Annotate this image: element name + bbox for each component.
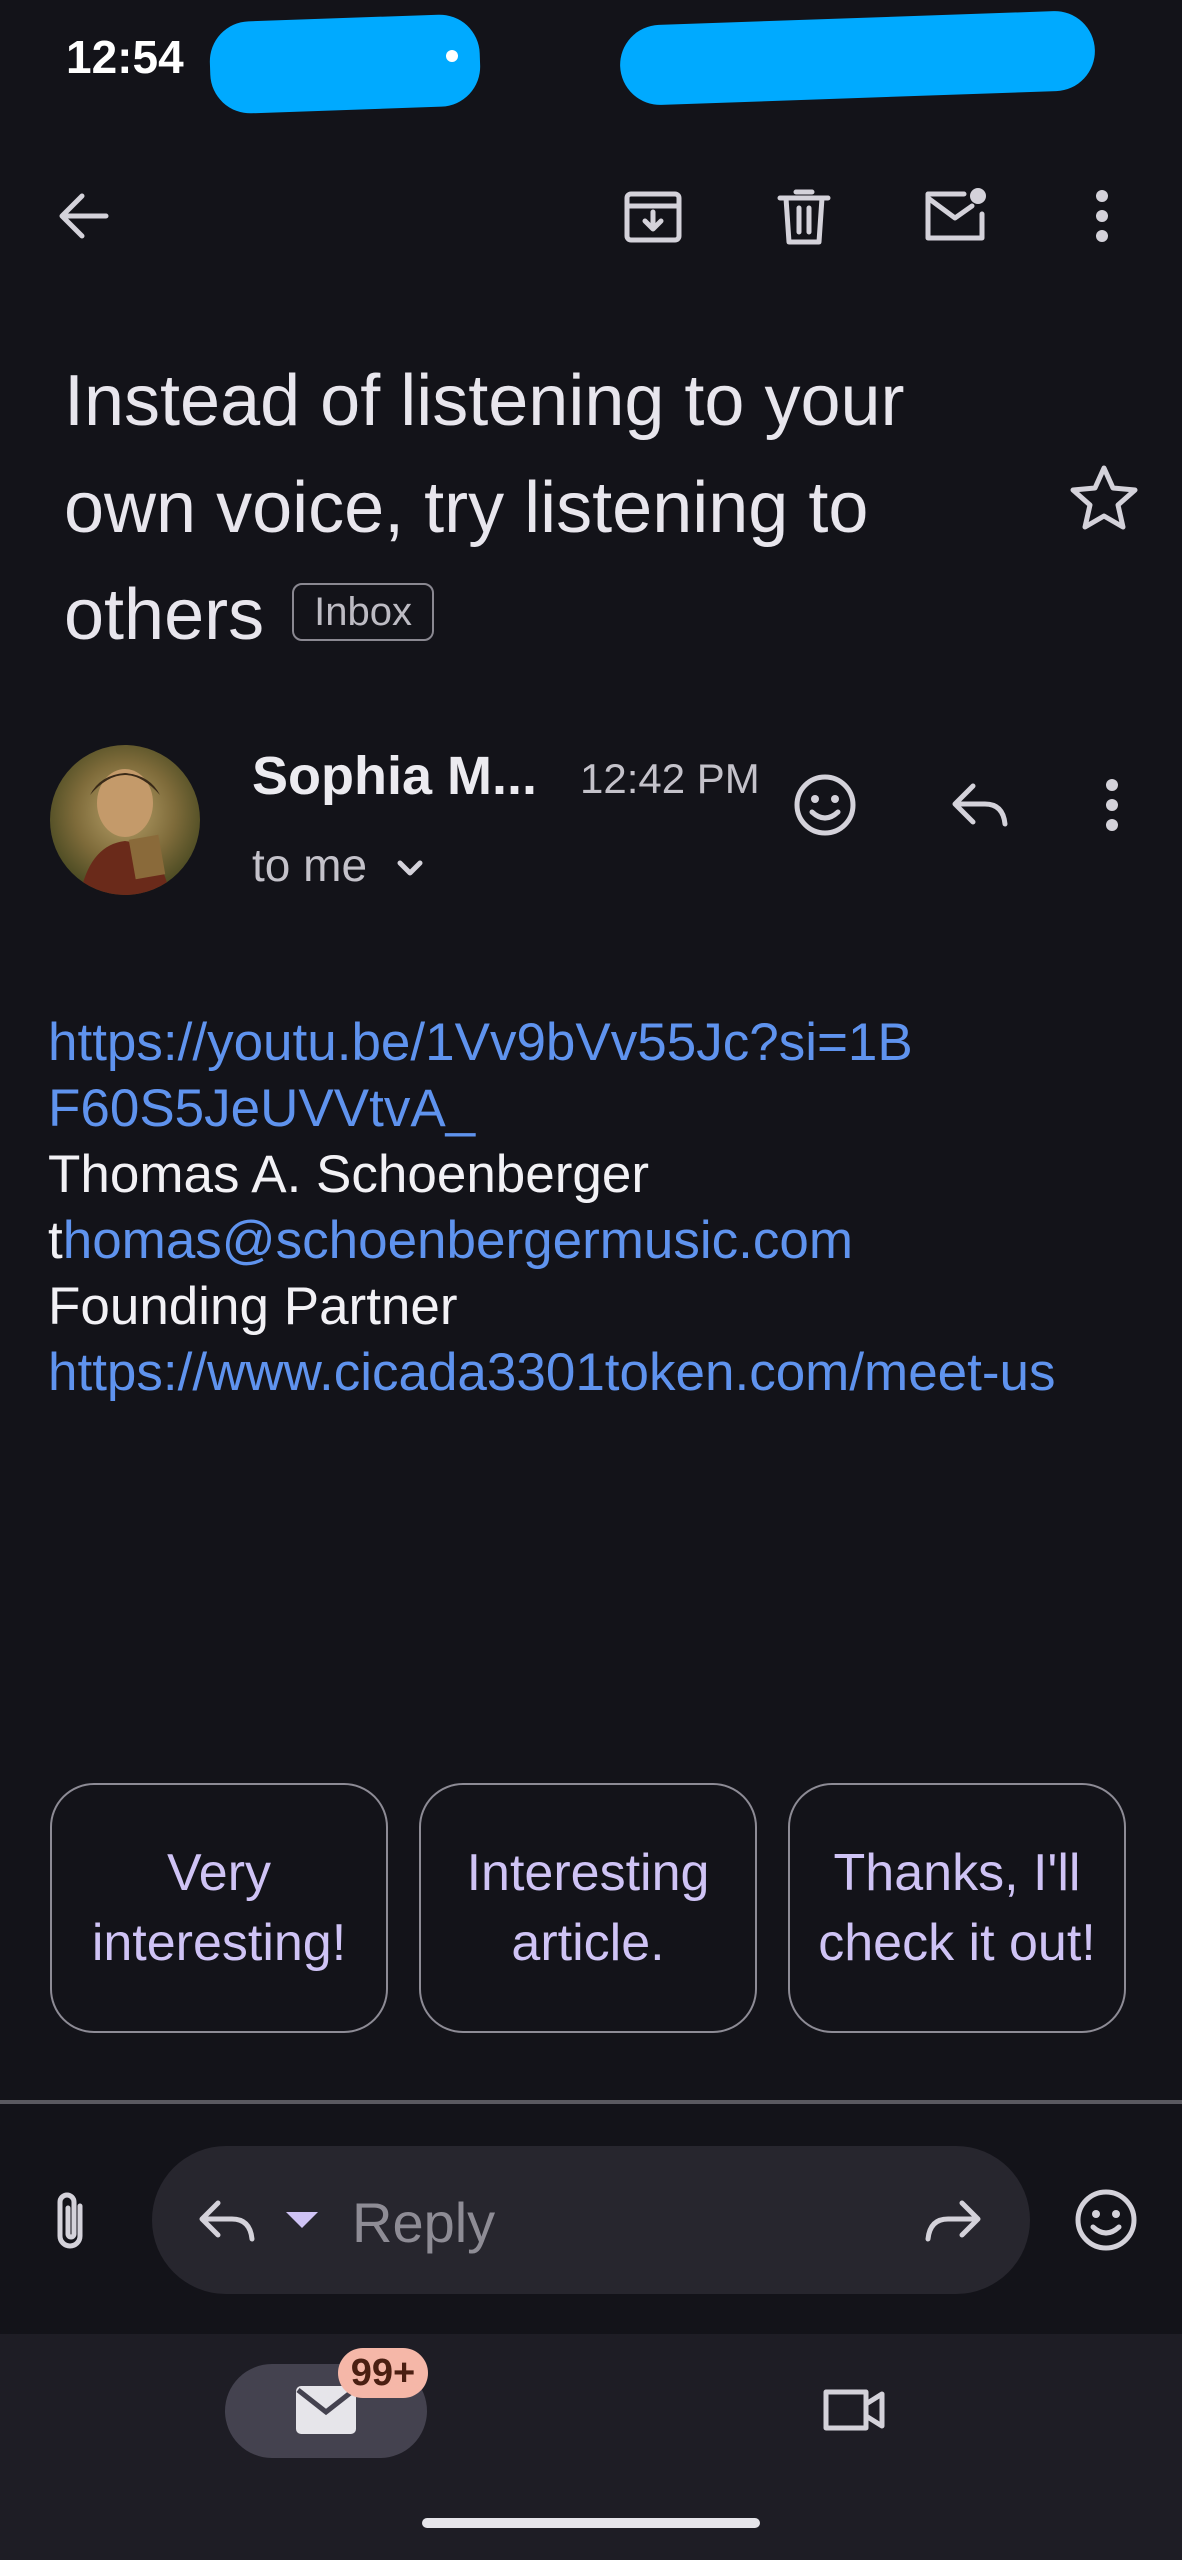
smart-reply-chip[interactable]: Interesting article.: [419, 1783, 757, 2033]
reply-placeholder[interactable]: Reply: [352, 2190, 495, 2255]
home-indicator[interactable]: [422, 2518, 760, 2528]
email-timestamp: 12:42 PM: [580, 755, 760, 802]
smart-reply-chip[interactable]: Very interesting!: [50, 1783, 388, 2033]
email-link[interactable]: homas@schoenbergermusic.com: [63, 1211, 853, 1270]
status-dot: [446, 50, 458, 62]
inbox-label[interactable]: Inbox: [292, 582, 434, 641]
recipient-toggle[interactable]: to me: [252, 838, 426, 892]
sender-name[interactable]: Sophia M...: [252, 745, 537, 807]
youtube-link[interactable]: https://youtu.be/1Vv9bVv55Jc?si=1BF60S5J…: [48, 1010, 928, 1142]
email-subject: Instead of listening to your own voice, …: [64, 348, 1024, 669]
dropdown-arrow-icon[interactable]: [282, 2208, 322, 2232]
reply-icon[interactable]: [945, 770, 1015, 840]
nav-meet-tab[interactable]: [818, 2378, 890, 2442]
video-camera-icon: [818, 2378, 890, 2442]
back-icon[interactable]: [50, 180, 122, 252]
emoji-icon[interactable]: [1070, 2184, 1142, 2256]
forward-icon[interactable]: [918, 2185, 988, 2255]
subject-text: Instead of listening to your own voice, …: [64, 361, 905, 655]
smart-reply-chip[interactable]: Thanks, I'll check it out!: [788, 1783, 1126, 2033]
signature-title: Founding Partner: [48, 1277, 458, 1336]
sender-avatar[interactable]: [50, 745, 200, 895]
status-time: 12:54: [66, 31, 184, 83]
attach-icon[interactable]: [42, 2186, 102, 2256]
redaction-mark: [618, 9, 1097, 107]
email-body: https://youtu.be/1Vv9bVv55Jc?si=1BF60S5J…: [48, 1010, 1138, 1406]
signature-email: thomas@schoenbergermusic.com: [48, 1208, 1138, 1274]
star-icon[interactable]: [1066, 460, 1142, 536]
chevron-down-icon: [394, 857, 426, 881]
delete-icon[interactable]: [768, 180, 840, 252]
reply-mode-icon[interactable]: [192, 2185, 262, 2255]
recipient-label: to me: [252, 839, 368, 891]
emoji-react-icon[interactable]: [790, 770, 860, 840]
archive-icon[interactable]: [617, 180, 689, 252]
email-prefix: t: [48, 1211, 63, 1270]
mark-unread-icon[interactable]: [918, 180, 994, 252]
redaction-mark: [208, 13, 482, 115]
unread-count-badge: 99+: [338, 2348, 428, 2398]
signature-name: Thomas A. Schoenberger: [48, 1145, 650, 1204]
message-more-icon[interactable]: [1084, 770, 1140, 840]
more-options-icon[interactable]: [1072, 180, 1132, 252]
divider: [0, 2100, 1182, 2104]
website-link[interactable]: https://www.cicada3301token.com/meet-us: [48, 1340, 1108, 1406]
